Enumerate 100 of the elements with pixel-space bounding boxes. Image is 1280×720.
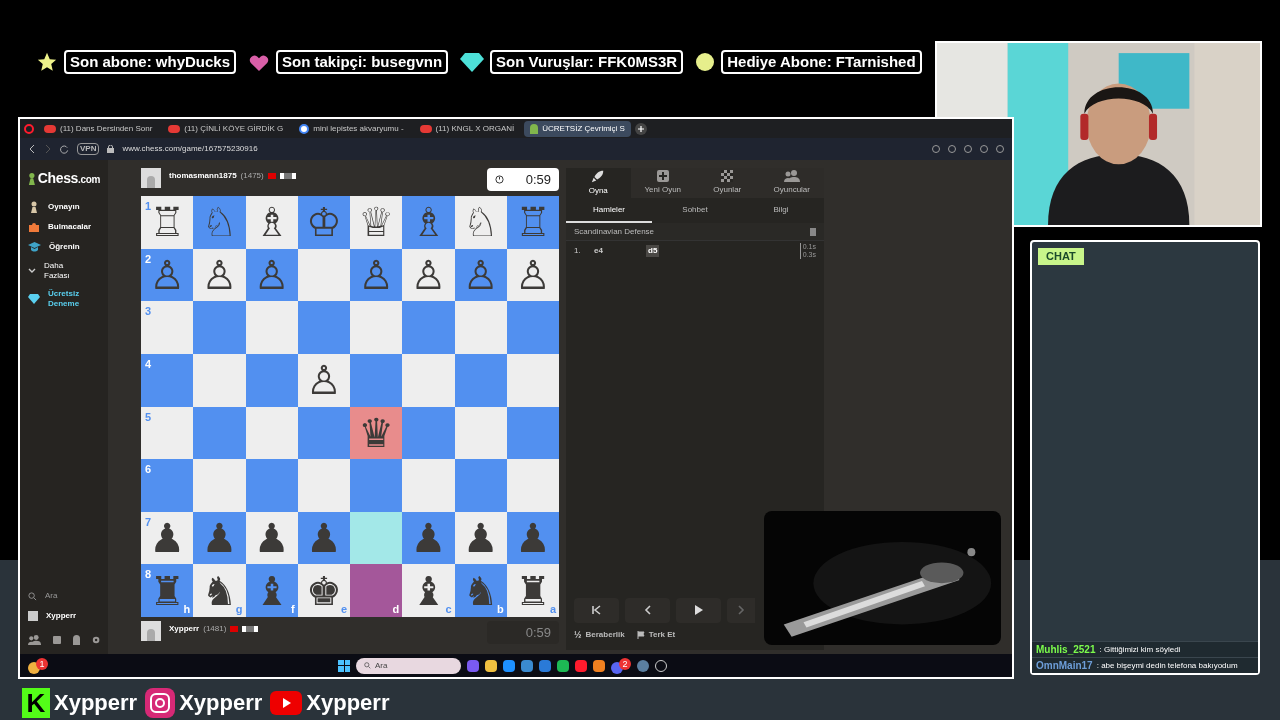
chess-piece[interactable]: ♚ [305, 568, 342, 613]
board-square[interactable] [245, 406, 298, 460]
chess-piece[interactable]: ♖ [514, 200, 551, 245]
board-square[interactable] [193, 406, 246, 460]
chess-piece[interactable]: ♙ [462, 252, 499, 297]
chess-piece[interactable]: ♟ [305, 516, 342, 561]
panel-nav-tab[interactable]: Oyuncular [759, 168, 824, 198]
sidebar-item[interactable]: Öğrenin [28, 237, 100, 257]
sidebar-item[interactable]: Bulmacalar [28, 217, 100, 237]
board-square[interactable]: ♗ [245, 196, 298, 249]
logo-text[interactable]: Chess.com [37, 168, 100, 189]
chess-piece[interactable]: ♟ [253, 516, 290, 561]
board-square[interactable]: ♘ [454, 196, 507, 249]
url-field[interactable]: www.chess.com/game/167575230916 [122, 143, 924, 155]
chess-piece[interactable]: ♗ [410, 200, 447, 245]
move[interactable]: e4 [594, 245, 646, 257]
player-name[interactable]: Xypperr [169, 623, 200, 635]
chess-piece[interactable]: ♙ [305, 358, 342, 403]
browser-tab[interactable]: (11) Dans Dersinden Sonr [38, 120, 159, 137]
app-icon[interactable] [637, 659, 649, 672]
board-square[interactable] [350, 511, 403, 565]
first-button[interactable] [574, 597, 619, 623]
board-square[interactable]: ♙ [297, 353, 350, 407]
board-square[interactable] [454, 406, 507, 460]
chess-piece[interactable]: ♜ [514, 568, 551, 613]
forward-icon[interactable] [44, 145, 52, 153]
board-square[interactable]: d [350, 564, 403, 617]
board-square[interactable]: ♟ [402, 511, 455, 565]
panel-tab[interactable]: Bilgi [738, 198, 824, 223]
chess-piece[interactable]: ♘ [201, 200, 238, 245]
app-icon[interactable] [575, 659, 587, 672]
board-square[interactable] [454, 353, 507, 407]
reload-icon[interactable] [60, 144, 69, 154]
chess-piece[interactable]: ♛ [358, 410, 395, 455]
browser-tab[interactable]: ÜCRETSİZ Çevrimiçi S [524, 120, 631, 137]
app-icon[interactable] [503, 659, 515, 672]
board-square[interactable]: ♛ [350, 406, 403, 460]
panel-tab[interactable]: Sohbet [652, 198, 738, 223]
chess-piece[interactable]: ♙ [514, 252, 551, 297]
new-tab-icon[interactable] [634, 122, 647, 135]
board-square[interactable]: ♙ [402, 248, 455, 302]
app-icon[interactable] [521, 659, 533, 672]
previous-button[interactable] [625, 597, 670, 623]
browser-tab[interactable]: (11) ÇİNLİ KÖYE GİRDİK G [162, 120, 290, 137]
move[interactable]: d5 [646, 245, 660, 257]
board-square[interactable]: ♙ [350, 248, 403, 302]
app-icon[interactable] [485, 659, 497, 672]
chess-piece[interactable]: ♙ [358, 252, 395, 297]
chess-piece[interactable]: ♟ [201, 516, 238, 561]
chess-piece[interactable]: ♘ [462, 200, 499, 245]
search-item[interactable]: Ara [28, 586, 100, 606]
profile-item[interactable]: Xypperr [28, 606, 100, 626]
taskbar-search[interactable]: Ara [356, 657, 461, 674]
board-square[interactable] [297, 248, 350, 302]
player-name[interactable]: thomasmann1875 [169, 170, 237, 182]
sidebar-item[interactable]: Ücretsiz Deneme [28, 285, 100, 313]
app-icon[interactable] [593, 659, 605, 672]
sidebar-item[interactable]: Oynayın [28, 197, 100, 217]
player-avatar[interactable] [141, 168, 161, 188]
browser-tab[interactable]: mini lepistes akvaryumu - [293, 120, 410, 137]
board-square[interactable] [402, 406, 455, 460]
board-square[interactable]: ♔ [297, 196, 350, 249]
browser-tab[interactable]: (11) KNGL X ORGANİ [413, 120, 521, 137]
game-action[interactable]: Terk Et [636, 628, 676, 642]
board-square[interactable] [297, 406, 350, 460]
chess-piece[interactable]: ♙ [201, 252, 238, 297]
board-square[interactable] [506, 353, 559, 407]
board-square[interactable] [506, 406, 559, 460]
sidebar-item[interactable]: Daha Fazlası [28, 257, 100, 285]
board-square[interactable]: ♟ [454, 511, 507, 565]
chess-piece[interactable]: ♙ [253, 252, 290, 297]
board-square[interactable]: ♖ [506, 196, 559, 249]
board-square[interactable]: ♟ [506, 511, 559, 565]
board-square[interactable]: ♗ [402, 196, 455, 249]
board-square[interactable]: ♟ [297, 511, 350, 565]
next-button[interactable] [727, 597, 755, 623]
board-square[interactable]: ♟ [193, 511, 246, 565]
board-square[interactable]: ♙ [506, 248, 559, 302]
chess-piece[interactable]: ♝ [410, 568, 447, 613]
chess-piece[interactable]: ♟ [410, 516, 447, 561]
back-icon[interactable] [28, 145, 36, 153]
start-icon[interactable] [338, 659, 350, 672]
game-action[interactable]: ½ Beraberlik [574, 628, 625, 642]
board-square[interactable]: ♘ [193, 196, 246, 249]
chess-piece[interactable]: ♕ [358, 200, 395, 245]
settings-icon[interactable] [91, 635, 100, 645]
panel-nav-tab[interactable]: Oyunlar [695, 168, 760, 198]
chess-piece[interactable]: ♗ [253, 200, 290, 245]
chat-username[interactable]: Muhlis_2521 [1036, 642, 1096, 657]
player-avatar[interactable] [141, 621, 161, 641]
chat-username[interactable]: OmnMain17 [1036, 658, 1093, 673]
board-square[interactable]: ♟ [245, 511, 298, 565]
chess-piece[interactable]: ♝ [253, 568, 290, 613]
vpn-badge[interactable]: VPN [77, 143, 100, 155]
board-square[interactable]: ♕ [350, 196, 403, 249]
chess-piece[interactable]: ♔ [305, 200, 342, 245]
play-button[interactable] [676, 597, 721, 623]
app-icon[interactable] [557, 659, 569, 672]
board-square[interactable]: ♙ [245, 248, 298, 302]
panel-nav-tab[interactable]: Yeni Oyun [630, 168, 695, 198]
